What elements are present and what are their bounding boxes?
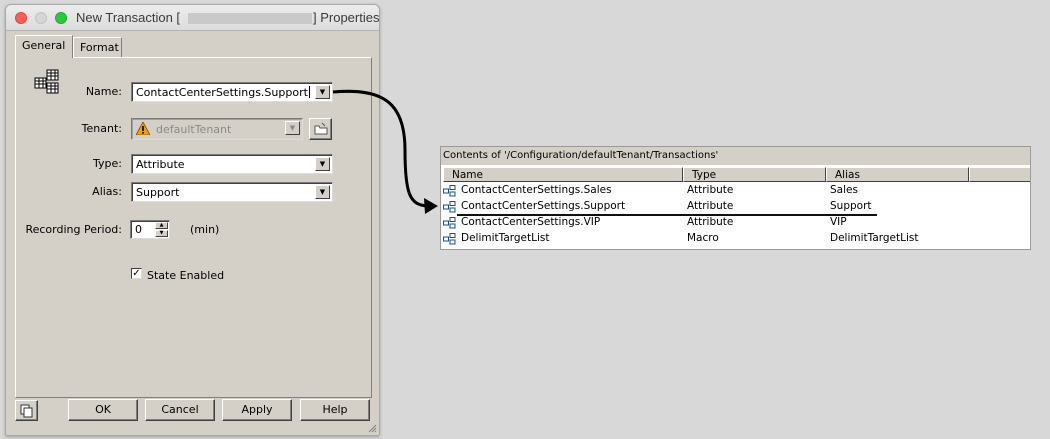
- tenant-value: defaultTenant: [156, 123, 232, 136]
- transaction-icon: [443, 201, 456, 213]
- copy-button[interactable]: [15, 400, 38, 421]
- chevron-down-icon[interactable]: ▼: [315, 185, 330, 199]
- alias-value: Support: [136, 186, 180, 199]
- alias-label: Alias:: [92, 185, 122, 198]
- name-combobox[interactable]: ContactCenterSettings.Support ▼: [131, 82, 333, 102]
- column-header-filler: [969, 167, 1030, 182]
- row-alias: Support: [830, 200, 872, 212]
- ok-button[interactable]: OK: [68, 399, 138, 421]
- copy-icon: [20, 404, 32, 418]
- chevron-down-icon[interactable]: ▼: [315, 157, 330, 171]
- name-label: Name:: [85, 85, 122, 98]
- spinner-down-arrow-icon[interactable]: ▼: [155, 230, 168, 237]
- spinner-buttons: ▲ ▼: [155, 222, 168, 237]
- row-name: ContactCenterSettings.Sales: [461, 184, 612, 196]
- close-window-button[interactable]: [15, 12, 27, 24]
- window-title-prefix: New Transaction [: [76, 10, 181, 25]
- maximize-window-button[interactable]: [55, 12, 67, 24]
- row-alias: Sales: [830, 184, 858, 196]
- transaction-icon: [443, 233, 456, 245]
- table-row[interactable]: ContactCenterSettings.Sales Attribute Sa…: [441, 183, 1030, 199]
- warning-icon: [136, 122, 150, 135]
- chevron-down-icon[interactable]: ▼: [315, 85, 330, 99]
- transactions-contents-table: Contents of '/Configuration/defaultTenan…: [440, 146, 1031, 250]
- table-row[interactable]: ContactCenterSettings.Support Attribute …: [441, 199, 1030, 216]
- alias-combobox[interactable]: Support ▼: [131, 182, 333, 202]
- text-cursor: [308, 86, 310, 98]
- state-enabled-checkbox[interactable]: ✓: [131, 268, 142, 279]
- transaction-icon: [443, 185, 456, 197]
- browse-tenant-button[interactable]: [309, 118, 332, 140]
- table-row[interactable]: DelimitTargetList Macro DelimitTargetLis…: [441, 231, 1030, 247]
- folder-browse-icon: [314, 122, 327, 135]
- recording-period-label: Recording Period:: [25, 223, 122, 236]
- row-alias: DelimitTargetList: [830, 232, 919, 244]
- type-dropdown[interactable]: Attribute ▼: [131, 154, 333, 174]
- row-name: ContactCenterSettings.Support: [461, 200, 626, 212]
- tab-format[interactable]: Format: [73, 37, 122, 57]
- row-alias: VIP: [830, 216, 847, 228]
- window-title-suffix: ] Properties: [313, 10, 380, 25]
- help-button[interactable]: Help: [300, 399, 370, 421]
- table-caption: Contents of '/Configuration/defaultTenan…: [441, 147, 1030, 165]
- recording-period-unit: (min): [190, 223, 220, 236]
- row-type: Macro: [687, 232, 719, 244]
- tenant-combobox: defaultTenant ▼: [131, 118, 303, 140]
- row-type: Attribute: [687, 200, 734, 212]
- type-value: Attribute: [136, 158, 185, 171]
- redacted-title-segment: [188, 13, 312, 24]
- column-header-name[interactable]: Name: [443, 167, 683, 182]
- name-value: ContactCenterSettings.Support: [136, 86, 308, 99]
- column-header-alias[interactable]: Alias: [826, 167, 969, 182]
- recording-period-spinner[interactable]: 0 ▲ ▼: [130, 220, 170, 239]
- transaction-properties-window: New Transaction [ ] Properties General F…: [5, 4, 380, 436]
- apply-button[interactable]: Apply: [222, 399, 292, 421]
- title-bar[interactable]: New Transaction [ ] Properties: [6, 5, 379, 31]
- tenant-label: Tenant:: [81, 122, 122, 135]
- row-type: Attribute: [687, 184, 734, 196]
- minimize-window-button[interactable]: [35, 12, 47, 24]
- table-row[interactable]: ContactCenterSettings.VIP Attribute VIP: [441, 215, 1030, 231]
- chevron-down-icon: ▼: [285, 121, 300, 135]
- spinner-up-arrow-icon[interactable]: ▲: [155, 222, 168, 229]
- transaction-icon: [443, 217, 456, 229]
- resize-grip-icon[interactable]: [367, 423, 377, 433]
- state-enabled-label: State Enabled: [147, 269, 225, 282]
- column-header-type[interactable]: Type: [683, 167, 826, 182]
- row-type: Attribute: [687, 216, 734, 228]
- row-name: ContactCenterSettings.VIP: [461, 216, 601, 228]
- recording-period-value: 0: [135, 223, 142, 236]
- type-label: Type:: [93, 157, 122, 170]
- cancel-button[interactable]: Cancel: [145, 399, 215, 421]
- row-name: DelimitTargetList: [461, 232, 550, 244]
- tab-general[interactable]: General: [15, 35, 73, 58]
- transaction-object-icon: [34, 69, 59, 94]
